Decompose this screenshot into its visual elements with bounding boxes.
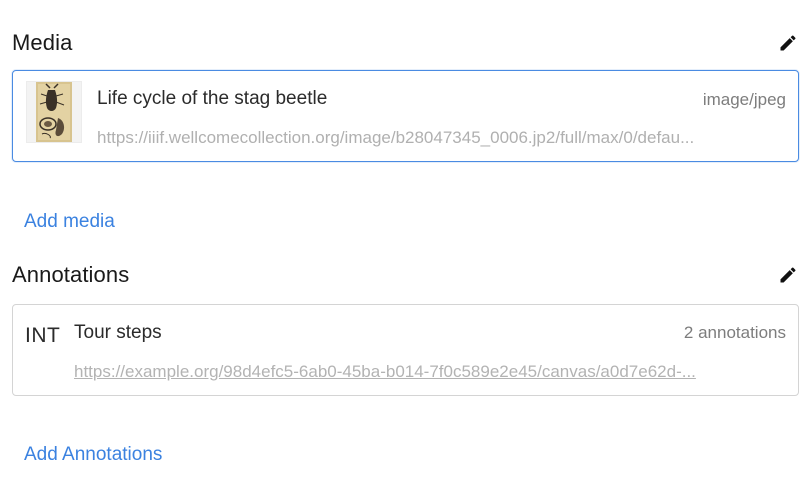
add-annotations-link[interactable]: Add Annotations — [24, 444, 162, 466]
page: Media Life cycle of the stag beetle imag… — [0, 0, 811, 493]
edit-media-button[interactable] — [776, 31, 800, 55]
annotations-section-header: Annotations — [12, 260, 796, 290]
media-item-title: Life cycle of the stag beetle — [97, 88, 328, 109]
pencil-icon — [780, 267, 796, 283]
media-section-title: Media — [12, 30, 73, 55]
annotation-item-title: Tour steps — [74, 322, 162, 343]
media-item-mime-type: image/jpeg — [702, 90, 786, 109]
media-section-header: Media — [12, 28, 796, 58]
media-thumbnail — [26, 81, 82, 143]
stag-beetle-image — [36, 82, 72, 142]
annotation-type-label: INT — [25, 324, 61, 347]
pencil-icon — [780, 35, 796, 51]
media-item-url: https://iiif.wellcomecollection.org/imag… — [97, 128, 695, 147]
annotation-count: 2 annotations — [683, 323, 786, 342]
annotation-item-card[interactable]: INT Tour steps 2 annotations https://exa… — [12, 304, 799, 396]
annotations-section-title: Annotations — [12, 262, 130, 287]
edit-annotations-button[interactable] — [776, 263, 800, 287]
add-media-link[interactable]: Add media — [24, 211, 115, 233]
media-item-card[interactable]: Life cycle of the stag beetle image/jpeg… — [12, 70, 799, 162]
annotation-item-url[interactable]: https://example.org/98d4efc5-6ab0-45ba-b… — [74, 362, 786, 382]
